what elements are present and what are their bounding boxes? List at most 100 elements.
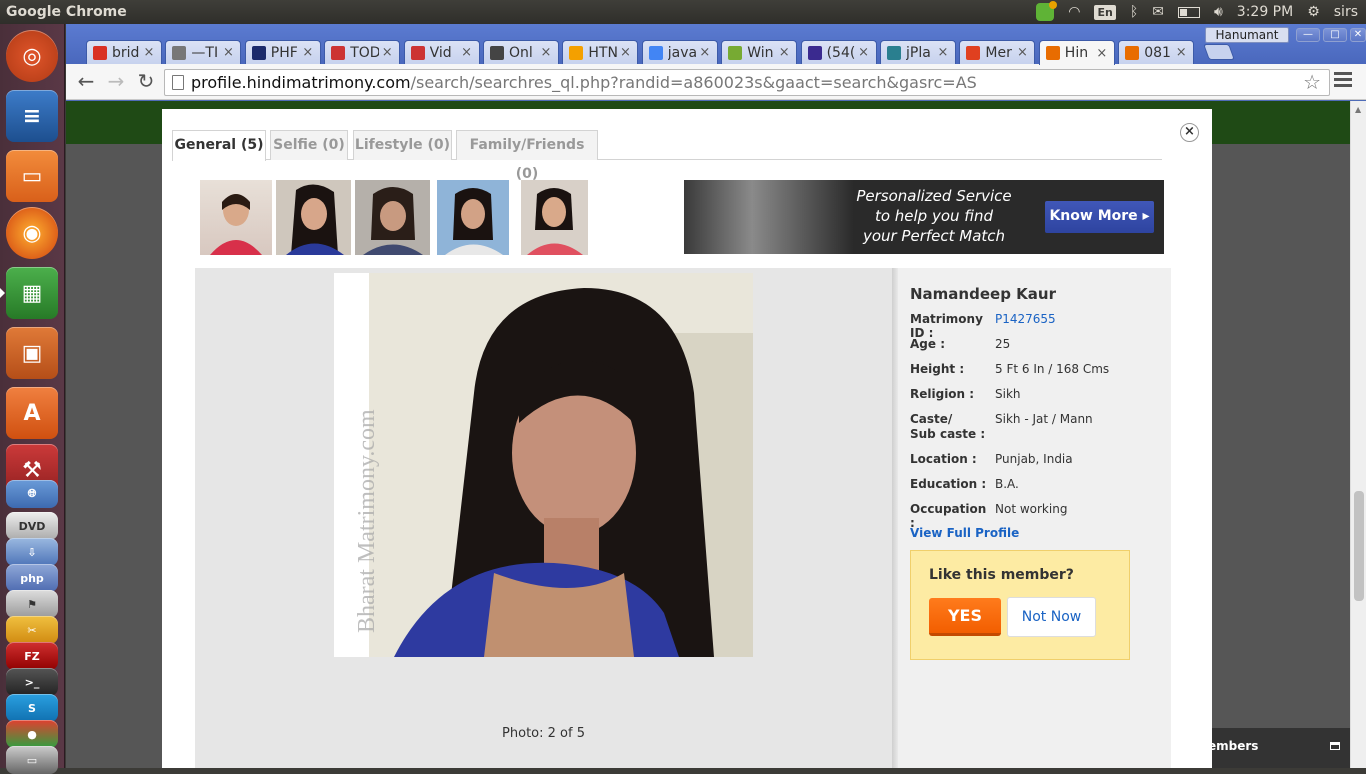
tab-general[interactable]: General (5) <box>172 130 266 161</box>
close-modal-button[interactable]: × <box>1180 123 1199 142</box>
lotus-icon <box>410 45 425 60</box>
main-profile-photo[interactable]: Bharat Matrimony.com <box>334 273 753 657</box>
mail-icon[interactable]: ✉ <box>1152 4 1164 20</box>
close-tab-icon[interactable]: × <box>538 45 554 60</box>
photo-thumbnail-3[interactable] <box>355 180 430 255</box>
close-tab-icon[interactable]: × <box>459 45 475 60</box>
filezilla-icon[interactable]: FZ <box>6 642 58 670</box>
terminal-icon[interactable]: >_ <box>6 668 58 696</box>
close-tab-icon[interactable]: × <box>856 45 872 60</box>
close-tab-icon[interactable]: × <box>697 45 713 60</box>
scanner-icon[interactable]: ▭ <box>6 746 58 774</box>
gear-icon[interactable]: ⚙ <box>1307 4 1320 20</box>
yes-button[interactable]: YES <box>929 598 1001 636</box>
profile-button[interactable]: Hanumant <box>1205 27 1289 43</box>
libreoffice-calc-icon[interactable]: ▦ <box>6 267 58 319</box>
know-more-button[interactable]: Know More ▸ <box>1045 201 1154 233</box>
close-tab-icon[interactable]: × <box>1173 45 1189 60</box>
photo-thumbnail-4[interactable] <box>437 180 509 255</box>
field-value: 25 <box>995 337 1011 351</box>
bookmark-star-icon[interactable]: ☆ <box>1303 70 1321 95</box>
browser-tab[interactable]: Win × <box>721 40 798 64</box>
close-tab-icon[interactable]: × <box>220 45 236 60</box>
scrollbar-thumb[interactable] <box>1354 491 1364 601</box>
new-tab-button[interactable] <box>1203 44 1235 60</box>
matrimony-icon <box>1125 45 1140 60</box>
files-icon[interactable]: ▭ <box>6 150 58 202</box>
browser-tab[interactable]: jPla × <box>880 40 956 64</box>
bluetooth-icon[interactable]: ᛒ <box>1130 4 1138 20</box>
members-footer[interactable]: embers <box>1208 728 1350 768</box>
view-full-profile-link[interactable]: View Full Profile <box>910 526 1019 540</box>
browser-tab[interactable]: 081 × <box>1118 40 1195 64</box>
close-tab-icon[interactable]: × <box>300 45 316 60</box>
close-window-button[interactable]: ✕ <box>1350 28 1366 42</box>
close-tab-icon[interactable]: × <box>617 45 633 60</box>
forward-button[interactable]: → <box>104 70 128 94</box>
not-now-button[interactable]: Not Now <box>1007 597 1096 637</box>
matrimony-id-link[interactable]: P1427655 <box>995 312 1165 326</box>
minimize-button[interactable]: — <box>1296 28 1320 42</box>
close-tab-icon[interactable]: × <box>141 45 157 60</box>
download-icon[interactable]: ⇩ <box>6 538 58 566</box>
close-tab-icon[interactable]: × <box>1014 45 1030 60</box>
browser-tab-label: jPla <box>906 44 931 61</box>
minimize-panel-icon[interactable] <box>1330 742 1340 750</box>
browser-tab-label: brid <box>112 44 140 61</box>
close-tab-icon[interactable]: × <box>379 45 395 60</box>
photo-thumbnail-5[interactable] <box>521 180 588 255</box>
ubuntu-dash-icon[interactable]: ◎ <box>6 30 58 82</box>
personalized-service-banner[interactable]: Personalized Service to help you find yo… <box>684 180 1164 254</box>
clock[interactable]: 3:29 PM <box>1237 4 1293 20</box>
close-tab-icon[interactable]: × <box>935 45 951 60</box>
browser-tab[interactable]: —TI × <box>165 40 242 64</box>
wifi-icon[interactable]: ◠ <box>1068 4 1080 20</box>
browser-tab[interactable]: Onl × <box>483 40 559 64</box>
close-tab-icon[interactable]: × <box>1094 46 1110 61</box>
browser-tab[interactable]: Vid × <box>403 40 480 64</box>
libreoffice-writer-icon[interactable]: ≡ <box>6 90 58 142</box>
maximize-button[interactable]: □ <box>1323 28 1347 42</box>
photo-thumbnail-2[interactable] <box>276 180 351 255</box>
battery-icon[interactable] <box>1177 6 1200 18</box>
scroll-up-arrow-icon[interactable]: ▲ <box>1355 105 1361 114</box>
dvd-icon[interactable]: DVD <box>6 512 58 540</box>
chrome-icon[interactable]: ● <box>6 720 58 748</box>
document-icon <box>172 45 187 60</box>
browser-tab[interactable]: (54(× <box>800 40 877 64</box>
volume-icon[interactable]: 🔊︎ <box>1214 4 1223 20</box>
tab-family-friends[interactable]: Family/Friends (0) <box>456 130 598 182</box>
browser-tab[interactable]: Hin × <box>1038 40 1115 65</box>
update-indicator-icon[interactable] <box>1036 1 1058 21</box>
software-center-icon[interactable]: A <box>6 387 58 439</box>
bookmark-icon[interactable]: ⚑ <box>6 590 58 618</box>
profile-name: Namandeep Kaur <box>910 285 1056 303</box>
address-bar[interactable]: profile.hindimatrimony.com/search/search… <box>164 69 1330 96</box>
field-value: Sikh - Jat / Mann <box>995 412 1093 426</box>
thumbnail-portrait-icon <box>363 187 423 255</box>
photo-thumbnail-1[interactable] <box>200 180 272 255</box>
reload-button[interactable]: ↻ <box>134 70 158 94</box>
firefox-icon[interactable]: ◉ <box>6 207 58 259</box>
page-icon <box>172 75 184 90</box>
browser-tab[interactable]: PHF × <box>244 40 321 64</box>
back-button[interactable]: ← <box>74 70 98 94</box>
skype-icon[interactable]: S <box>6 694 58 722</box>
page-scrollbar[interactable]: ▲ <box>1350 101 1366 768</box>
user-name[interactable]: sirs <box>1334 4 1358 20</box>
tab-selfie[interactable]: Selfie (0) <box>270 130 348 160</box>
browser-tab[interactable]: TOD × <box>324 40 401 64</box>
browser-tab[interactable]: brid × <box>86 40 162 64</box>
chrome-menu-icon[interactable] <box>1334 72 1352 90</box>
php-icon[interactable]: php <box>6 564 58 592</box>
tool-icon[interactable]: ✂ <box>6 616 58 644</box>
keyboard-layout-indicator[interactable]: En <box>1094 4 1116 20</box>
browser-tab[interactable]: java × <box>641 40 718 64</box>
network-icon[interactable]: 🌐︎ <box>6 480 58 508</box>
browser-tab[interactable]: Mer × <box>959 40 1036 64</box>
close-tab-icon[interactable]: × <box>776 45 792 60</box>
tab-lifestyle[interactable]: Lifestyle (0) <box>353 130 452 160</box>
banner-line-1: Personalized Service <box>856 187 1012 205</box>
libreoffice-impress-icon[interactable]: ▣ <box>6 327 58 379</box>
browser-tab[interactable]: HTN × <box>562 40 639 64</box>
